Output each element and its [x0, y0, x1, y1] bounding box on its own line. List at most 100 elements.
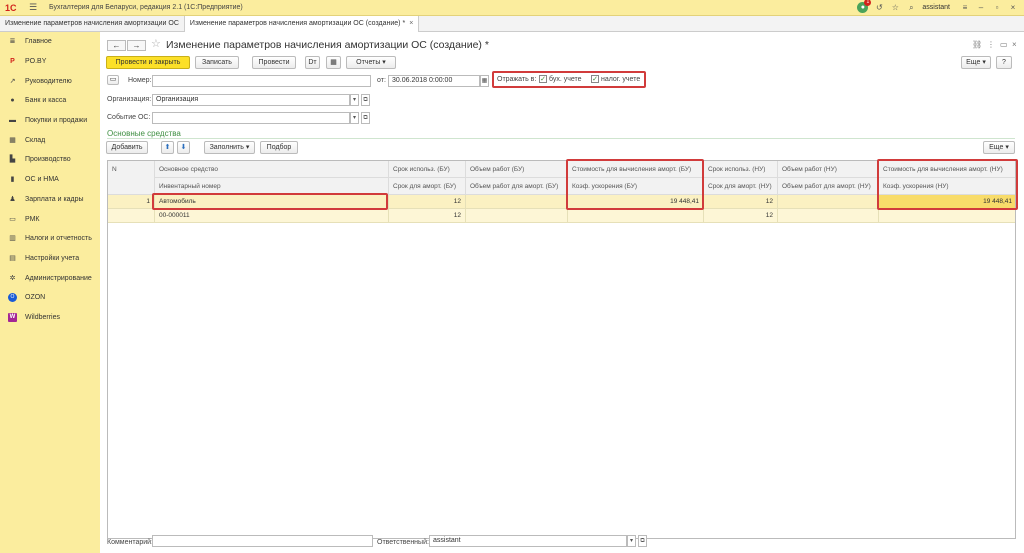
sidebar-item-purchases[interactable]: ▬ Покупки и продажи: [0, 111, 100, 131]
cell-n[interactable]: 1: [108, 195, 155, 209]
cell-inventory-no[interactable]: 00-000011: [155, 209, 389, 223]
post-and-close-button[interactable]: Провести и закрыть: [106, 56, 190, 69]
column-header-volume-bu[interactable]: Объем работ (БУ): [466, 161, 568, 178]
sidebar-item-salary[interactable]: ♟ Зарплата и кадры: [0, 190, 100, 210]
link-icon[interactable]: ⛓: [972, 40, 982, 49]
number-field[interactable]: [152, 75, 371, 87]
sidebar-item-ozon[interactable]: O OZON: [0, 288, 100, 308]
column-header-n[interactable]: N: [108, 161, 155, 195]
cell-volume-nu[interactable]: [778, 195, 879, 209]
cell-volume-amort-nu[interactable]: [778, 209, 879, 223]
save-button[interactable]: Записать: [195, 56, 239, 69]
close-form-icon[interactable]: ×: [1012, 40, 1017, 49]
notifications-icon[interactable]: ● 1: [857, 0, 872, 13]
search-icon[interactable]: ⌕: [906, 3, 916, 13]
cell-term-bu[interactable]: 12: [389, 195, 466, 209]
responsible-dropdown[interactable]: ▾: [627, 535, 636, 547]
favorite-star-icon[interactable]: ☆: [151, 37, 161, 50]
column-header-asset[interactable]: Основное средство: [155, 161, 389, 178]
more-button[interactable]: Еще ▾: [961, 56, 991, 69]
column-header-term-amort-bu[interactable]: Срок для аморт. (БУ): [389, 178, 466, 195]
comment-field[interactable]: [152, 535, 373, 547]
maximize-icon[interactable]: ▭: [1000, 40, 1008, 49]
sidebar-item-label: Руководителю: [25, 77, 72, 85]
column-header-term-bu[interactable]: Срок использ. (БУ): [389, 161, 466, 178]
organization-field[interactable]: Организация: [152, 94, 350, 106]
back-button[interactable]: ←: [107, 40, 126, 51]
reports-button[interactable]: Отчеты ▾: [346, 56, 396, 69]
help-button[interactable]: ?: [996, 56, 1012, 69]
tab-document-new[interactable]: Изменение параметров начисления амортиза…: [184, 16, 420, 32]
reflect-bu-checkbox[interactable]: ✓ бух. учете: [539, 75, 582, 83]
sidebar-item-wildberries[interactable]: W Wildberries: [0, 308, 100, 328]
close-icon[interactable]: ×: [1008, 3, 1018, 13]
notifications-badge: 1: [864, 0, 872, 6]
cell-volume-bu[interactable]: [466, 195, 568, 209]
cell-coef-nu[interactable]: [879, 209, 1015, 223]
sidebar-item-label: Банк и касса: [25, 97, 67, 105]
favorites-icon[interactable]: ☆: [890, 3, 900, 13]
event-field[interactable]: [152, 112, 350, 124]
sidebar-item-manager[interactable]: ↗ Руководителю: [0, 71, 100, 91]
sidebar-item-accounting-settings[interactable]: ▤ Настройки учета: [0, 249, 100, 269]
column-header-term-nu[interactable]: Срок использ. (НУ): [704, 161, 778, 178]
reflect-nu-checkbox[interactable]: ✓ налог. учете: [591, 75, 640, 83]
forward-button[interactable]: →: [127, 40, 146, 51]
more-label: Еще: [966, 59, 981, 66]
cell-term-nu[interactable]: 12: [704, 195, 778, 209]
organization-dropdown[interactable]: ▾: [350, 94, 359, 106]
sidebar-item-rmk[interactable]: ▭ РМК: [0, 209, 100, 229]
sidebar-item-label: Покупки и продажи: [25, 117, 88, 125]
fill-button[interactable]: Заполнить ▾: [204, 141, 255, 154]
event-dropdown[interactable]: ▾: [350, 112, 359, 124]
bank-icon: ●: [10, 97, 15, 105]
minimize-icon[interactable]: –: [976, 3, 986, 13]
structure-icon[interactable]: ▦: [326, 56, 341, 69]
cell-volume-amort-bu[interactable]: [466, 209, 568, 223]
sidebar-item-po-by[interactable]: P PO.BY: [0, 52, 100, 72]
add-row-button[interactable]: Добавить: [106, 141, 148, 154]
move-up-icon[interactable]: ⬆: [161, 141, 174, 154]
main-menu-icon[interactable]: ☰: [27, 2, 39, 13]
sidebar-item-label: Склад: [25, 136, 46, 144]
settings-menu-icon[interactable]: ≡: [960, 3, 970, 13]
column-header-volume-amort-nu[interactable]: Объем работ для аморт. (НУ): [778, 178, 879, 195]
tab-document-list[interactable]: Изменение параметров начисления амортиза…: [0, 16, 185, 32]
tab-close-icon[interactable]: ×: [409, 20, 413, 27]
checkmark-icon: ✓: [539, 75, 547, 83]
cell-coef-bu[interactable]: [568, 209, 704, 223]
app-logo: 1С: [5, 2, 17, 13]
open-windows-bar: Изменение параметров начисления амортиза…: [0, 16, 1024, 32]
sidebar-item-assets[interactable]: ▮ ОС и НМА: [0, 170, 100, 190]
calendar-icon[interactable]: ▦: [480, 75, 489, 87]
more-actions-icon[interactable]: ⋮: [987, 40, 995, 49]
sidebar-item-production[interactable]: ▙ Производство: [0, 150, 100, 170]
move-down-icon[interactable]: ⬇: [177, 141, 190, 154]
column-header-term-amort-nu[interactable]: Срок для аморт. (НУ): [704, 178, 778, 195]
date-field[interactable]: 30.06.2018 0:00:00: [388, 75, 480, 87]
restore-icon[interactable]: ▫: [992, 3, 1002, 13]
cell-term-amort-bu[interactable]: 12: [389, 209, 466, 223]
cell-term-amort-nu[interactable]: 12: [704, 209, 778, 223]
wildberries-icon: W: [8, 312, 17, 322]
posting-report-icon[interactable]: Dт: [305, 56, 320, 69]
sidebar-item-administration[interactable]: ✲ Администрирование: [0, 268, 100, 288]
responsible-open-icon[interactable]: ⧉: [638, 535, 647, 547]
organization-open-icon[interactable]: ⧉: [361, 94, 370, 106]
sidebar-item-bank[interactable]: ● Банк и касса: [0, 91, 100, 111]
sidebar-item-taxes[interactable]: ▥ Налоги и отчетность: [0, 229, 100, 249]
sidebar-item-warehouse[interactable]: ▦ Склад: [0, 130, 100, 150]
menu-icon: ≣: [9, 38, 16, 46]
taxes-icon: ▥: [9, 235, 16, 243]
current-user[interactable]: assistant: [922, 4, 950, 11]
select-button[interactable]: Подбор: [260, 141, 298, 154]
table-more-button[interactable]: Еще ▾: [983, 141, 1015, 154]
sidebar-item-main[interactable]: ≣ Главное: [0, 32, 100, 52]
responsible-field[interactable]: assistant: [429, 535, 627, 547]
event-open-icon[interactable]: ⧉: [361, 112, 370, 124]
history-icon[interactable]: ↺: [874, 3, 884, 13]
post-button[interactable]: Провести: [252, 56, 296, 69]
column-header-volume-amort-bu[interactable]: Объем работ для аморт. (БУ): [466, 178, 568, 195]
number-edit-icon[interactable]: ▭: [107, 75, 119, 85]
column-header-volume-nu[interactable]: Объем работ (НУ): [778, 161, 879, 178]
